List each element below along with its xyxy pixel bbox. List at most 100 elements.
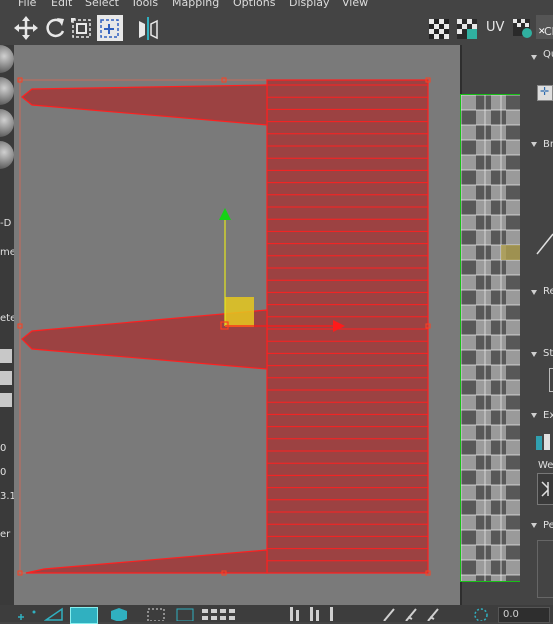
checker-tile (491, 515, 506, 530)
gizmo-plane-handle[interactable] (225, 297, 254, 327)
menu-mapping[interactable]: Mapping (172, 0, 219, 9)
brush-stroke-icon[interactable] (535, 230, 553, 256)
collapse-arrow-icon[interactable] (531, 290, 537, 295)
gizmo-y-arrow[interactable] (219, 208, 231, 220)
select-edge-icon[interactable] (44, 607, 66, 621)
toolbar: UV ✕ Ch (0, 12, 553, 45)
checker-tile (476, 305, 491, 320)
freeform-button[interactable] (97, 15, 123, 41)
checker-tile (506, 515, 521, 530)
checker-tile (491, 290, 506, 305)
checker-tile (461, 560, 476, 575)
checker-tile (461, 500, 476, 515)
checker-tile (506, 200, 521, 215)
strip-field[interactable] (0, 393, 12, 407)
quick-tool-button[interactable]: ✛ (537, 85, 553, 101)
menu-file[interactable]: File (18, 0, 36, 9)
checker-tile (506, 470, 521, 485)
checker-tile (461, 200, 476, 215)
collapse-arrow-icon[interactable] (531, 413, 537, 418)
stitch-button[interactable] (549, 368, 553, 392)
uv-viewport[interactable] (14, 45, 460, 605)
paint-select-icon[interactable] (175, 607, 197, 621)
uv-dropdown[interactable]: UV (486, 20, 504, 35)
section-explode[interactable]: Ex (543, 410, 553, 421)
strip-field[interactable] (0, 371, 12, 385)
uv-spike-bottom[interactable] (25, 549, 268, 574)
move-icon (14, 16, 38, 40)
move-button[interactable] (14, 15, 38, 41)
collapse-arrow-icon[interactable] (531, 142, 537, 147)
checker-tile (491, 215, 506, 230)
checker-tile (506, 395, 521, 410)
weld-button[interactable] (537, 473, 553, 505)
loop-tools-icon[interactable] (202, 607, 262, 621)
checker-tile (506, 365, 521, 380)
menu-edit[interactable]: Edit (51, 0, 72, 9)
checker-tile (476, 470, 491, 485)
select-vertex-icon[interactable] (14, 607, 40, 621)
uv-canvas[interactable] (14, 45, 460, 605)
checker-tile (491, 335, 506, 350)
strip-label: ete (0, 313, 14, 324)
checker-tile (506, 230, 521, 245)
peel-tools[interactable] (537, 540, 553, 598)
section-reshape[interactable]: Re (543, 286, 553, 297)
checker-tile (476, 545, 491, 560)
checker-tile (491, 140, 506, 155)
grow-shrink-icon[interactable] (288, 607, 348, 621)
checker-button[interactable] (427, 15, 451, 41)
checker-tile (461, 110, 476, 125)
menu-select[interactable]: Select (85, 0, 119, 9)
scale-button[interactable] (70, 15, 94, 41)
checker-tile (491, 425, 506, 440)
checker-tile (506, 320, 521, 335)
uv-spike-top[interactable] (21, 84, 268, 126)
explode-icon[interactable] (535, 432, 553, 452)
select-face-button[interactable] (70, 607, 98, 624)
checker-tile (491, 380, 506, 395)
checker-tile (476, 380, 491, 395)
material-sphere[interactable] (0, 141, 14, 169)
material-sphere[interactable] (0, 109, 14, 137)
section-peel[interactable]: Pe (543, 520, 553, 531)
collapse-arrow-icon[interactable] (531, 523, 537, 528)
checker-tile (476, 455, 491, 470)
freeform-icon (100, 19, 119, 38)
checker-tile (476, 485, 491, 500)
checker-map-button[interactable] (455, 15, 479, 41)
material-sphere[interactable] (0, 45, 14, 73)
checker-tile (476, 515, 491, 530)
brush-tools-icon[interactable] (382, 607, 454, 621)
section-brush[interactable]: Br (543, 139, 553, 150)
tab-label: Ch (544, 25, 553, 38)
tab-ch[interactable]: ✕ Ch (536, 15, 553, 39)
collapse-arrow-icon[interactable] (531, 55, 537, 60)
checker-tile (461, 380, 476, 395)
menu-tools[interactable]: Tools (131, 0, 158, 9)
checker-map-icon (457, 19, 477, 39)
checker-tile (506, 380, 521, 395)
falloff-value-field[interactable]: 0.0 (498, 607, 550, 623)
section-stitch[interactable]: St (543, 348, 553, 359)
rotate-button[interactable] (43, 15, 67, 41)
checker-tile (506, 95, 521, 110)
collapse-arrow-icon[interactable] (531, 352, 537, 357)
section-quick[interactable]: Qu (543, 49, 553, 60)
checker-tile (461, 365, 476, 380)
checker-tile (491, 410, 506, 425)
soft-selection-icon[interactable] (470, 607, 492, 621)
select-element-icon[interactable] (108, 607, 130, 621)
checker-tile (476, 425, 491, 440)
menu-bar: File Edit Select Tools Mapping Options D… (0, 0, 553, 12)
region-select-icon[interactable] (146, 607, 168, 621)
menu-options[interactable]: Options (233, 0, 275, 9)
strip-value: 0 (0, 443, 7, 454)
settings-button[interactable] (511, 15, 535, 41)
mirror-button[interactable] (136, 15, 160, 41)
menu-display[interactable]: Display (289, 0, 330, 9)
menu-view[interactable]: View (342, 0, 368, 9)
checker-tile (461, 140, 476, 155)
strip-field[interactable] (0, 349, 12, 363)
material-sphere[interactable] (0, 77, 14, 105)
